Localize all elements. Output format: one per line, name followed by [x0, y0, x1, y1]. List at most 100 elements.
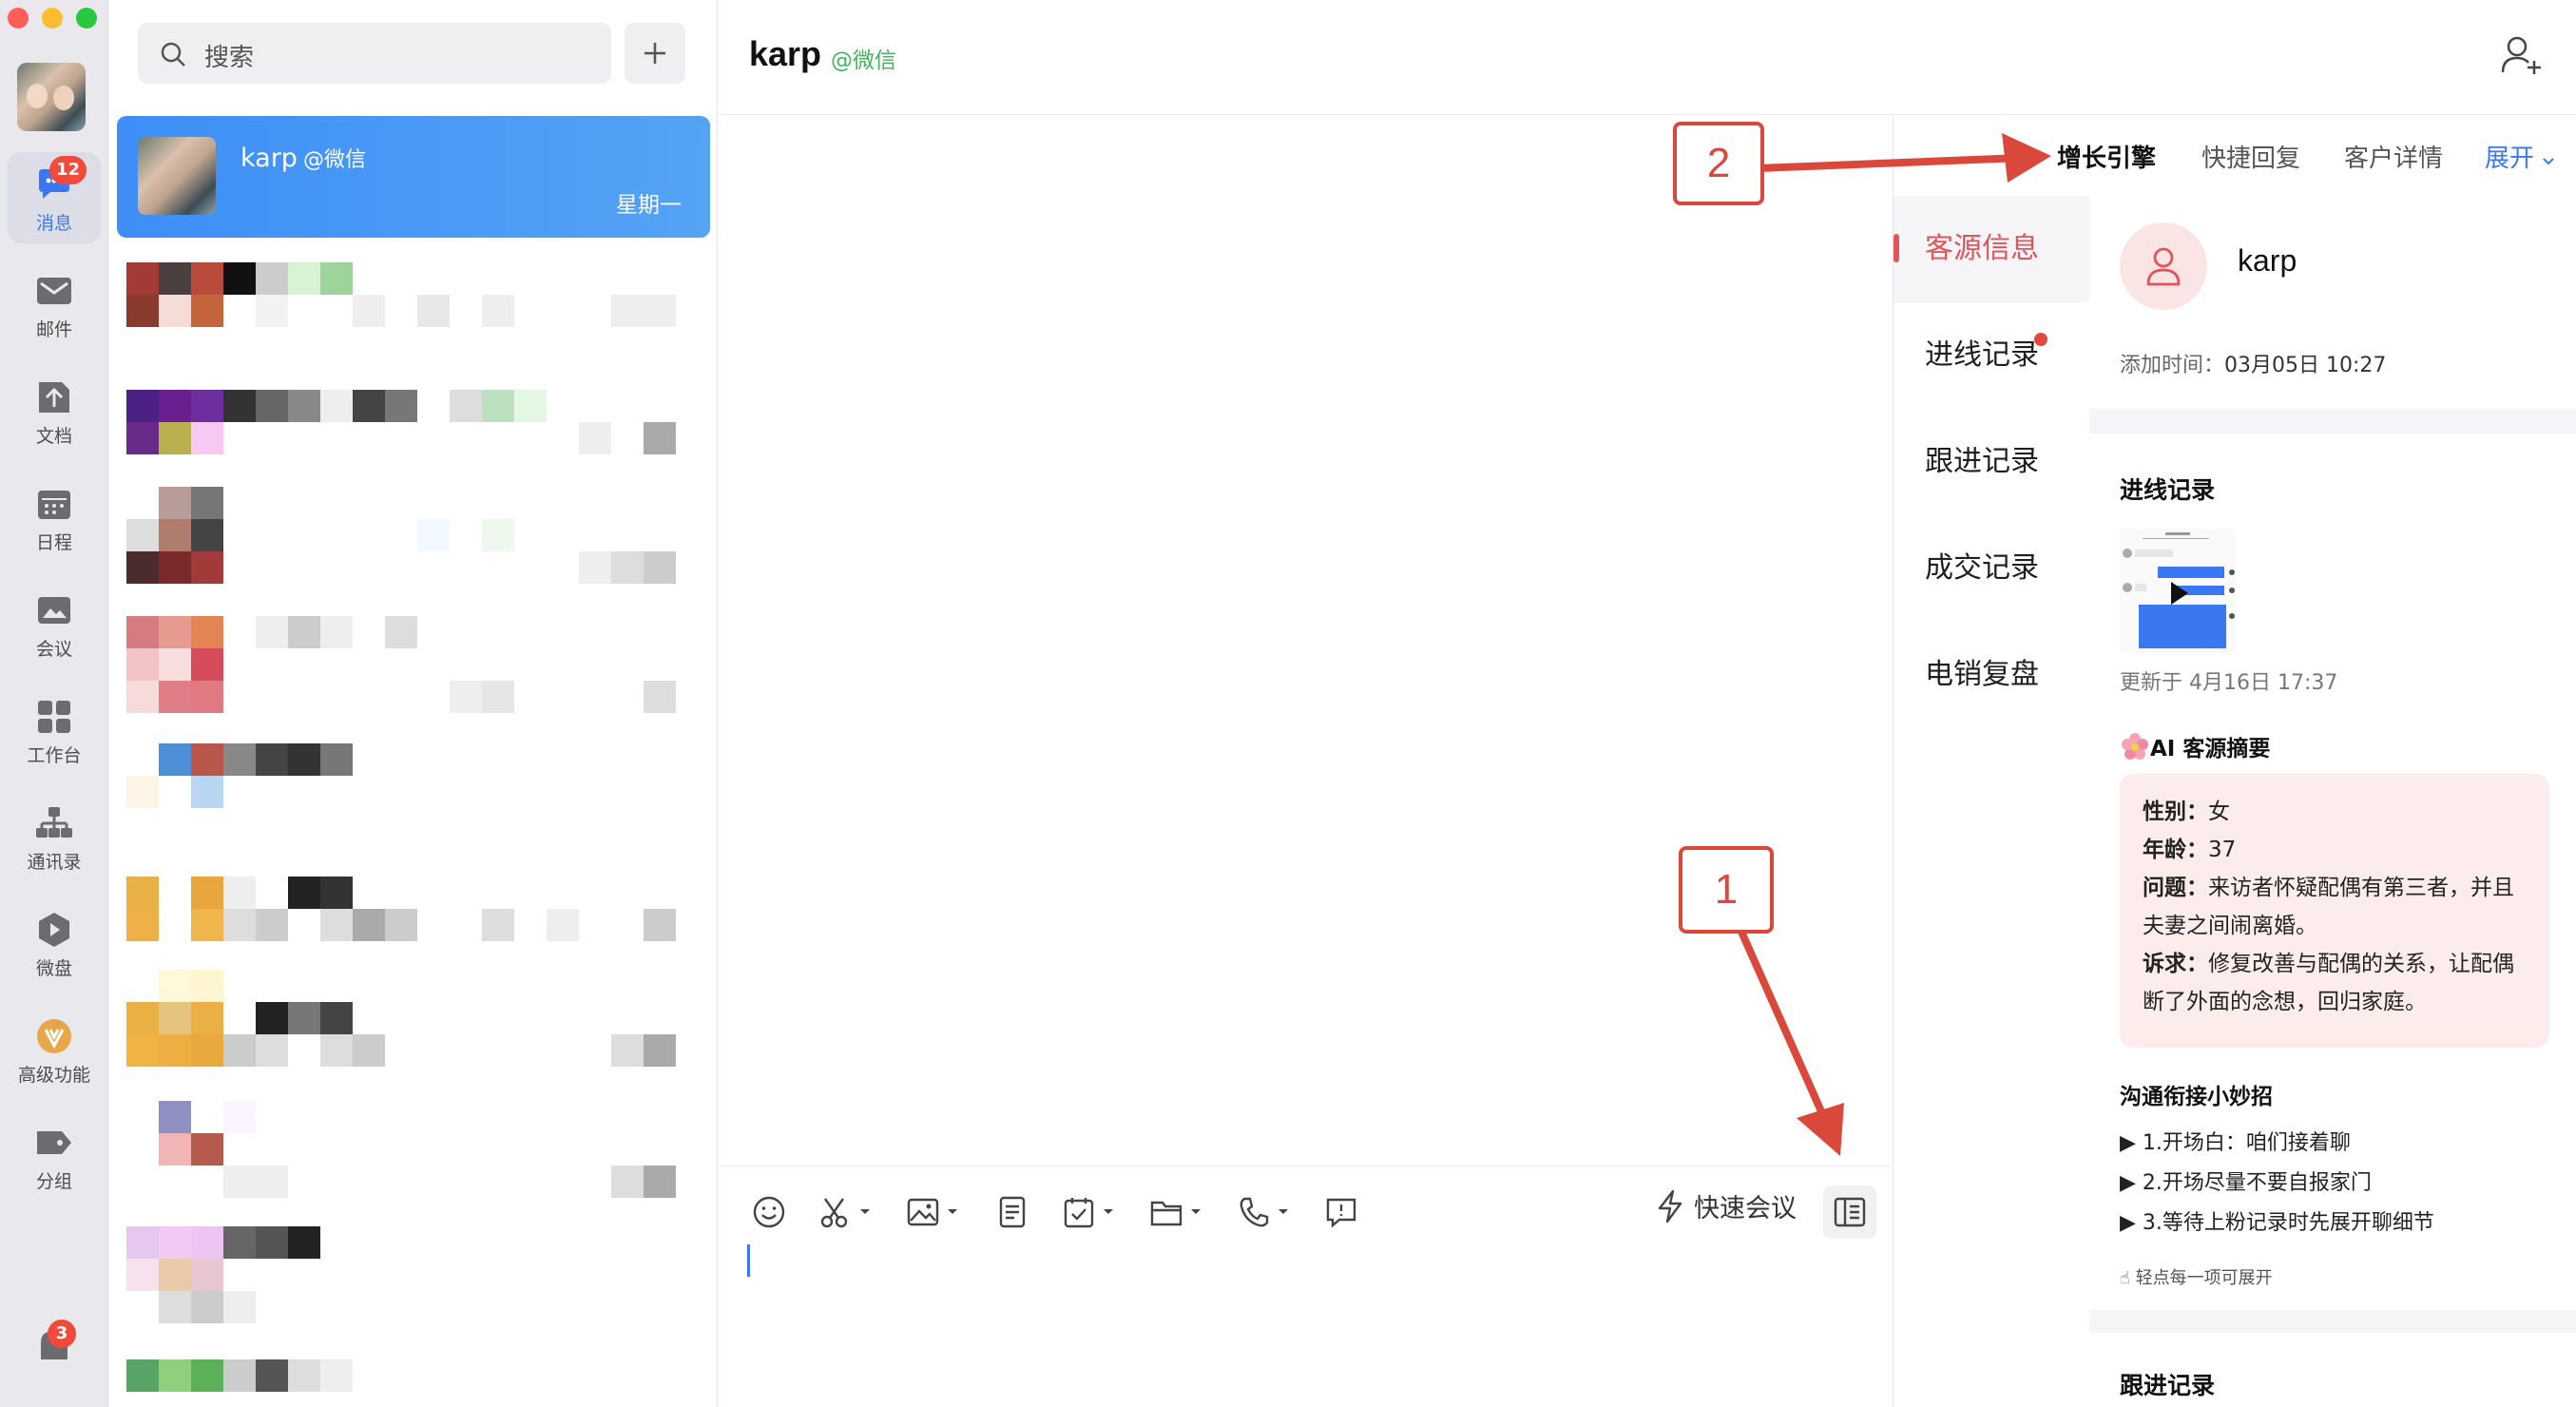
- list-item[interactable]: [126, 970, 706, 1084]
- caret-down-icon: [1104, 1209, 1113, 1214]
- unread-badge: 12: [49, 156, 87, 184]
- issue-row: 问题：来访者怀疑配偶有第三者，并且夫妻之间闹离婚。: [2143, 869, 2527, 945]
- inbound-records-title: 进线记录: [2120, 476, 2216, 504]
- demand-label: 诉求：: [2143, 952, 2208, 976]
- age-row: 年龄：37: [2143, 831, 2527, 869]
- list-item[interactable]: [126, 1356, 706, 1407]
- image-button[interactable]: [905, 1189, 958, 1235]
- add-button[interactable]: [625, 23, 685, 84]
- list-item[interactable]: [126, 1097, 706, 1211]
- ai-summary-box: 性别：女 年龄：37 问题：来访者怀疑配偶有第三者，并且夫妻之间闹离婚。 诉求：…: [2120, 774, 2549, 1048]
- search-icon: [161, 42, 185, 67]
- caret-down-icon: [860, 1209, 870, 1214]
- section-inbound-records[interactable]: 进线记录: [1894, 302, 2089, 409]
- quick-meeting-button[interactable]: 快速会议: [1654, 1187, 1797, 1224]
- caret-down-icon: [1278, 1209, 1288, 1214]
- meeting-icon: [38, 597, 70, 624]
- nav-schedule[interactable]: 日程: [8, 472, 101, 563]
- message-alert-icon: [1326, 1198, 1356, 1228]
- user-avatar[interactable]: [17, 63, 86, 131]
- nav-contacts[interactable]: 通讯录: [8, 791, 101, 882]
- search-input[interactable]: 搜索: [138, 23, 611, 84]
- nav-meeting[interactable]: 会议: [8, 578, 101, 669]
- section-deal-records[interactable]: 成交记录: [1894, 515, 2089, 622]
- nav-mail[interactable]: 邮件: [8, 259, 101, 350]
- add-contact-button[interactable]: [2500, 34, 2544, 80]
- follow-up-title: 跟进记录: [2120, 1372, 2216, 1399]
- nav-groups[interactable]: 分组: [8, 1110, 101, 1202]
- added-time-value: 03月05日 10:27: [2224, 354, 2387, 377]
- ai-summary-label: AI 客源摘要: [2150, 737, 2271, 761]
- nav-label: 会议: [35, 639, 72, 660]
- search-placeholder: 搜索: [204, 44, 255, 72]
- nav-premium[interactable]: 高级功能: [8, 1004, 101, 1095]
- window-minimize-button[interactable]: [42, 8, 63, 29]
- nav-docs[interactable]: 文档: [8, 365, 101, 456]
- chat-area: 快速会议: [719, 116, 1892, 1407]
- contact-avatar: [138, 137, 216, 215]
- tab-growth-engine[interactable]: 增长引擎: [2057, 139, 2156, 174]
- document-icon: [39, 382, 69, 413]
- nav-label: 通讯录: [27, 852, 82, 873]
- tip-item[interactable]: ▶ 2.开场尽量不要自报家门: [2120, 1166, 2372, 1196]
- call-button[interactable]: [1236, 1189, 1289, 1235]
- tip-item[interactable]: ▶ 3.等待上粉记录时先展开聊细节: [2120, 1205, 2434, 1236]
- composer: 快速会议: [719, 1166, 1892, 1407]
- video-thumbnail[interactable]: [2120, 529, 2236, 652]
- window-zoom-button[interactable]: [76, 8, 97, 29]
- tab-customer-details[interactable]: 客户详情: [2344, 139, 2443, 174]
- text-input-caret[interactable]: [747, 1244, 750, 1277]
- file-button[interactable]: [1148, 1189, 1201, 1235]
- conversation-list: 搜索 karp @微信 星期一: [109, 0, 718, 1407]
- tip-item[interactable]: ▶ 1.开场白：咱们接着聊: [2120, 1126, 2351, 1156]
- list-item[interactable]: [126, 1226, 706, 1340]
- section-sales-review[interactable]: 电销复盘: [1894, 622, 2089, 728]
- list-item[interactable]: [126, 382, 706, 496]
- nav-label: 消息: [35, 213, 72, 234]
- profile-name: karp: [2238, 243, 2297, 278]
- nav-drive[interactable]: 微盘: [8, 897, 101, 989]
- annotation-1: 1: [1679, 846, 1774, 934]
- list-item[interactable]: [126, 257, 706, 371]
- nav-notifications[interactable]: 3: [8, 1312, 101, 1403]
- new-indicator-dot: [2034, 333, 2047, 346]
- plus-icon: [644, 43, 665, 64]
- sidebar-toggle-button[interactable]: [1823, 1185, 1876, 1239]
- calendar-check-icon: [1064, 1198, 1094, 1228]
- nav-messages[interactable]: 消息 12: [8, 152, 101, 243]
- message-record-button[interactable]: [1323, 1189, 1359, 1235]
- tab-quick-reply[interactable]: 快捷回复: [2201, 139, 2300, 174]
- age-value: 37: [2208, 838, 2237, 862]
- add-person-icon: [2501, 36, 2541, 74]
- expand-button[interactable]: 展开: [2485, 139, 2555, 174]
- conversation-item-active[interactable]: karp @微信 星期一: [117, 116, 710, 238]
- nav-label: 文档: [35, 426, 72, 447]
- list-item[interactable]: [126, 743, 706, 858]
- follow-up-card: 跟进记录: [2089, 1333, 2576, 1407]
- gender-row: 性别：女: [2143, 793, 2527, 831]
- note-icon: [999, 1196, 1026, 1228]
- nav-label: 工作台: [27, 745, 82, 766]
- list-item[interactable]: [126, 616, 706, 730]
- nav-workbench[interactable]: 工作台: [8, 684, 101, 776]
- section-follow-up-records[interactable]: 跟进记录: [1894, 409, 2089, 515]
- grid-icon: [38, 701, 70, 733]
- nav-label: 邮件: [35, 319, 72, 340]
- window-close-button[interactable]: [8, 8, 29, 29]
- nav-label: 微盘: [35, 958, 72, 979]
- image-icon: [907, 1198, 939, 1226]
- profile-card: karp 添加时间：03月05日 10:27: [2089, 196, 2576, 409]
- section-label: 进线记录: [1925, 338, 2039, 372]
- list-item[interactable]: [126, 487, 706, 601]
- emoji-button[interactable]: [751, 1189, 787, 1235]
- schedule-button[interactable]: [1061, 1189, 1114, 1235]
- nav-label: 高级功能: [17, 1065, 90, 1086]
- screenshot-button[interactable]: [817, 1189, 871, 1235]
- contact-name-text: karp: [240, 144, 298, 173]
- section-lead-info[interactable]: 客源信息: [1894, 196, 2089, 302]
- section-nav-filler: [1894, 728, 2089, 1407]
- added-time-label: 添加时间：: [2120, 354, 2225, 377]
- nav-label: 分组: [35, 1171, 72, 1192]
- gender-label: 性别：: [2143, 800, 2208, 824]
- document-button[interactable]: [994, 1189, 1030, 1235]
